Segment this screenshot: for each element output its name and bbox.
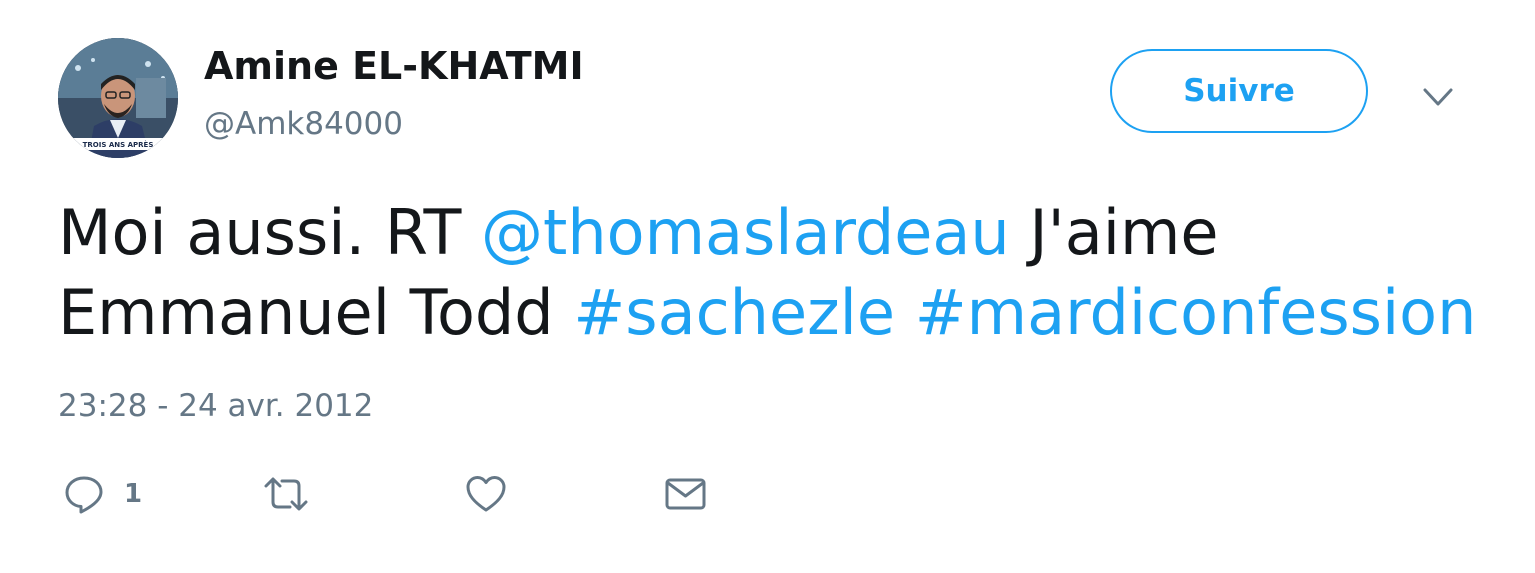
tweet-text-line-1: Moi aussi. RT @thomaslardeau J'aime bbox=[58, 193, 1498, 273]
heart-icon bbox=[466, 476, 506, 512]
tweet-text: Moi aussi. RT @thomaslardeau J'aime Emma… bbox=[58, 193, 1498, 353]
tweet-text-line2: Emmanuel Todd bbox=[58, 276, 574, 349]
follow-button[interactable]: Suivre bbox=[1110, 49, 1368, 133]
hashtag-link-mardiconfession[interactable]: #mardiconfession bbox=[915, 276, 1477, 349]
like-button[interactable] bbox=[464, 472, 508, 516]
author-handle[interactable]: @Amk84000 bbox=[204, 106, 403, 143]
reply-icon bbox=[65, 476, 103, 514]
mention-link[interactable]: @thomaslardeau bbox=[481, 196, 1010, 269]
hashtag-link-sachezle[interactable]: #sachezle bbox=[573, 276, 895, 349]
tweet-card: TROIS ANS APRÈS Amine EL-KHATMI @Amk8400… bbox=[0, 0, 1535, 573]
reply-count: 1 bbox=[124, 479, 143, 509]
tweet-text-prefix: Moi aussi. RT bbox=[58, 196, 482, 269]
avatar-caption: TROIS ANS APRÈS bbox=[83, 140, 154, 149]
direct-message-button[interactable] bbox=[664, 472, 708, 516]
retweet-button[interactable] bbox=[262, 472, 310, 516]
envelope-icon bbox=[665, 478, 706, 510]
tweet-text-after-mention: J'aime bbox=[1009, 196, 1219, 269]
author-name[interactable]: Amine EL-KHATMI bbox=[204, 44, 584, 90]
tweet-timestamp[interactable]: 23:28 - 24 avr. 2012 bbox=[58, 388, 373, 424]
tweet-text-line-2: Emmanuel Todd #sachezle #mardiconfession bbox=[58, 273, 1498, 353]
retweet-icon bbox=[264, 477, 308, 511]
reply-button[interactable]: 1 bbox=[62, 472, 142, 516]
avatar-photo: TROIS ANS APRÈS bbox=[58, 38, 178, 158]
avatar[interactable]: TROIS ANS APRÈS bbox=[58, 38, 178, 158]
hashtag-separator bbox=[895, 276, 915, 349]
chevron-down-icon[interactable] bbox=[1418, 80, 1458, 116]
